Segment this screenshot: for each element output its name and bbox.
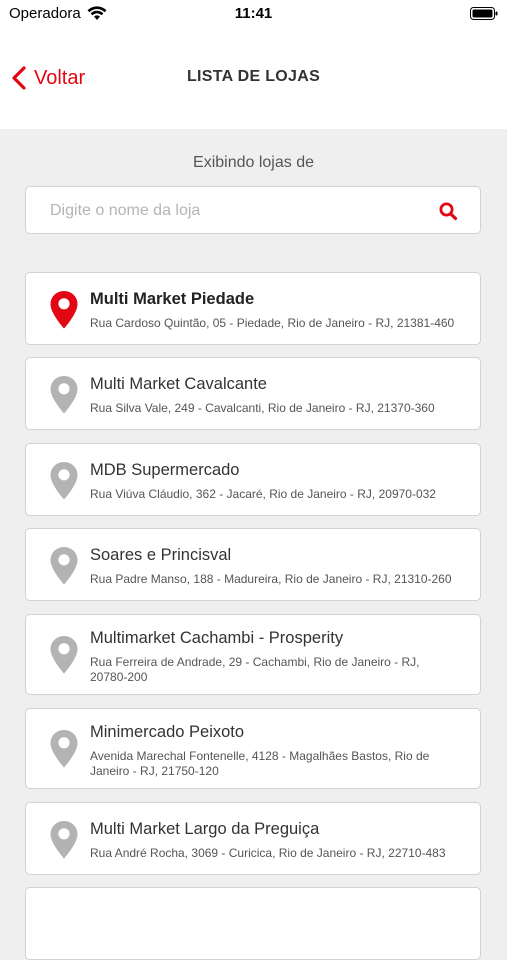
store-name: Multimarket Cachambi - Prosperity bbox=[90, 629, 344, 647]
store-address: Rua Padre Manso, 188 - Madureira, Rio de… bbox=[90, 572, 452, 586]
store-name: Soares e Princisval bbox=[90, 546, 232, 564]
store-card[interactable] bbox=[25, 887, 481, 960]
store-address: Rua André Rocha, 3069 - Curicica, Rio de… bbox=[90, 846, 446, 860]
map-pin-icon bbox=[50, 821, 78, 859]
search-input[interactable] bbox=[50, 199, 410, 223]
clock: 11:41 bbox=[234, 5, 273, 22]
map-pin-icon bbox=[50, 462, 78, 500]
store-address: Rua Ferreira de Andrade, 29 - Cachambi, … bbox=[90, 655, 420, 684]
store-card[interactable]: Multi Market Cavalcante Rua Silva Vale, … bbox=[25, 357, 481, 430]
store-address: Rua Viúva Cláudio, 362 - Jacaré, Rio de … bbox=[90, 487, 436, 501]
store-address: Avenida Marechal Fontenelle, 4128 - Maga… bbox=[90, 749, 430, 778]
map-pin-icon bbox=[50, 547, 78, 585]
store-name: MDB Supermercado bbox=[90, 461, 240, 479]
store-name: Multi Market Piedade bbox=[90, 290, 255, 308]
search-box bbox=[25, 186, 481, 234]
search-icon[interactable] bbox=[438, 201, 458, 221]
store-name: Multi Market Largo da Preguiça bbox=[90, 820, 320, 838]
store-card[interactable]: MDB Supermercado Rua Viúva Cláudio, 362 … bbox=[25, 443, 481, 516]
map-pin-icon bbox=[50, 291, 78, 329]
store-name: Minimercado Peixoto bbox=[90, 723, 245, 741]
page-title: LISTA DE LOJAS bbox=[186, 68, 321, 85]
status-bar: Operadora 11:41 bbox=[0, 0, 507, 30]
map-pin-icon bbox=[50, 636, 78, 674]
store-card[interactable]: Minimercado Peixoto Avenida Marechal Fon… bbox=[25, 708, 481, 789]
store-name: Multi Market Cavalcante bbox=[90, 375, 267, 393]
store-card[interactable]: Soares e Princisval Rua Padre Manso, 188… bbox=[25, 528, 481, 601]
map-pin-icon bbox=[50, 730, 78, 768]
store-address: Rua Silva Vale, 249 - Cavalcanti, Rio de… bbox=[90, 401, 435, 415]
store-card[interactable]: Multi Market Largo da Preguiça Rua André… bbox=[25, 802, 481, 875]
showing-label: Exibindo lojas de bbox=[193, 154, 314, 171]
battery-icon bbox=[470, 7, 498, 20]
store-card[interactable]: Multi Market Piedade Rua Cardoso Quintão… bbox=[25, 272, 481, 345]
store-card[interactable]: Multimarket Cachambi - Prosperity Rua Fe… bbox=[25, 614, 481, 695]
map-pin-icon bbox=[50, 376, 78, 414]
navigation-bar: Voltar LISTA DE LOJAS bbox=[0, 30, 507, 129]
store-address: Rua Cardoso Quintão, 05 - Piedade, Rio d… bbox=[90, 316, 455, 330]
